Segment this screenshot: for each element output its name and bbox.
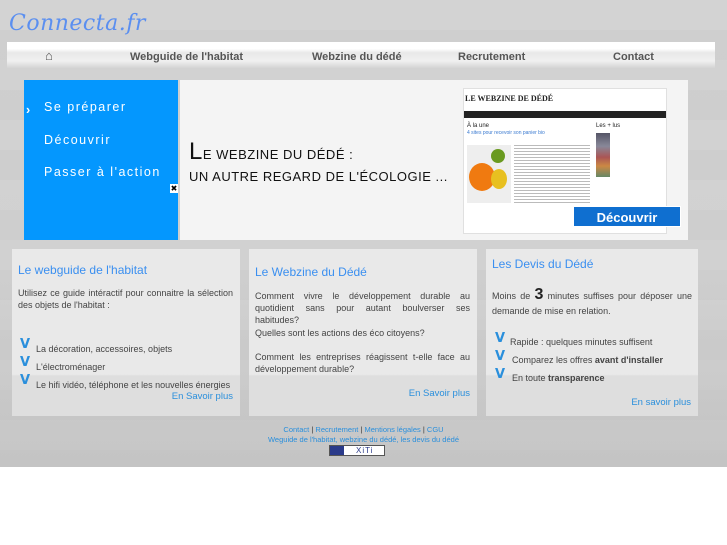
box-title: Le Webzine du Dédé bbox=[255, 265, 367, 279]
nav-contact[interactable]: Contact bbox=[613, 51, 654, 63]
main-nav: ⌂ Webguide de l'habitat Webzine du dédé … bbox=[7, 42, 715, 69]
check-icon: V bbox=[495, 331, 506, 346]
check-icon: V bbox=[20, 373, 31, 388]
banner-title: LE WEBZINE DU DÉDÉ : bbox=[189, 138, 354, 165]
discover-button[interactable]: Découvrir bbox=[573, 206, 681, 227]
devis-box: Les Devis du Dédé Moins de 3 minutes suf… bbox=[486, 249, 698, 416]
webzine-box: Le Webzine du Dédé Comment vivre le déve… bbox=[249, 249, 477, 416]
footer-cgu[interactable]: CGU bbox=[427, 425, 444, 434]
nav-webzine[interactable]: Webzine du dédé bbox=[312, 51, 402, 63]
shot-text bbox=[514, 145, 590, 205]
footer-mentions[interactable]: Mentions légales bbox=[364, 425, 420, 434]
xiti-badge[interactable]: XiTi bbox=[329, 445, 385, 456]
more-link[interactable]: En Savoir plus bbox=[172, 391, 233, 402]
home-icon[interactable]: ⌂ bbox=[45, 48, 53, 63]
check-icon: V bbox=[20, 337, 31, 352]
webguide-box: Le webguide de l'habitat Utilisez ce gui… bbox=[12, 249, 240, 416]
check-icon: V bbox=[495, 349, 506, 364]
check-icon: V bbox=[20, 355, 31, 370]
close-icon[interactable]: ✖ bbox=[170, 184, 178, 193]
footer-contact[interactable]: Contact bbox=[283, 425, 309, 434]
footer-recrutement[interactable]: Recrutement bbox=[315, 425, 358, 434]
chevron-right-icon: › bbox=[26, 103, 32, 117]
check-icon: V bbox=[495, 367, 506, 382]
nav-webguide[interactable]: Webguide de l'habitat bbox=[130, 51, 243, 63]
box-title: Le webguide de l'habitat bbox=[18, 263, 148, 277]
banner-subtitle: UN AUTRE REGARD DE L'ÉCOLOGIE ... bbox=[189, 169, 448, 184]
footer-tagline[interactable]: Weguide de l'habitat, webzine du dédé, l… bbox=[0, 435, 727, 444]
fruit-image bbox=[467, 145, 511, 203]
box-title: Les Devis du Dédé bbox=[492, 257, 594, 271]
banner-menu-item[interactable]: Se préparer bbox=[44, 100, 127, 114]
footer-links: Contact | Recrutement | Mentions légales… bbox=[283, 425, 444, 434]
shot-navbar bbox=[464, 111, 666, 118]
more-link[interactable]: En savoir plus bbox=[631, 397, 691, 408]
more-link[interactable]: En Savoir plus bbox=[409, 388, 470, 399]
banner-menu-item[interactable]: Passer à l'action bbox=[44, 165, 161, 179]
logo[interactable]: Connecta.fr bbox=[9, 11, 146, 36]
banner-menu-item[interactable]: Découvrir bbox=[44, 133, 111, 147]
shot-thumbnails bbox=[596, 133, 610, 177]
chart-icon bbox=[330, 446, 344, 455]
nav-recrutement[interactable]: Recrutement bbox=[458, 51, 525, 63]
banner-menu: › Se préparer Découvrir Passer à l'actio… bbox=[24, 80, 178, 240]
